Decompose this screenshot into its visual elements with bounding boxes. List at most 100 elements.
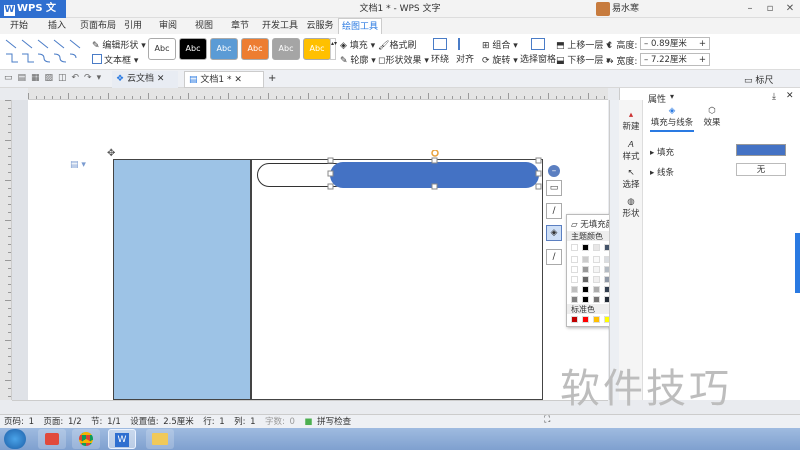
tab-effect[interactable]: ⬡ 效果 [700,106,724,128]
theme-color-swatch[interactable] [582,286,589,293]
fit-screen-icon[interactable]: ⛶ [544,415,550,425]
shape-effect-button[interactable]: ◻形状效果 ▾ [378,53,429,66]
tab-developer[interactable]: 开发工具 [260,18,300,34]
pen-icon[interactable]: ∕ [546,203,562,219]
horizontal-ruler[interactable] [28,88,608,100]
tab-document1[interactable]: ▤ 文档1 * ✕ [184,71,264,88]
line-section-toggle[interactable]: ▸ 线条 [650,166,674,178]
theme-color-swatch[interactable] [571,266,578,273]
side-dock-handle[interactable] [795,233,800,293]
align-button[interactable]: 对齐 [456,38,474,65]
theme-color-swatch[interactable] [593,244,600,251]
side-style[interactable]: 𝘈 样式 [619,140,643,162]
quick-access-icons[interactable]: ▭▤▦▨◫↶↷▾ [4,73,106,83]
side-new[interactable]: ▴ 新建 [619,110,643,132]
width-spinbox[interactable]: – 7.22厘米 + [640,53,710,66]
theme-color-swatch[interactable] [593,276,600,283]
close-tab-icon[interactable]: ✕ [234,75,242,85]
standard-color-swatch[interactable] [571,316,578,323]
vertical-ruler[interactable] [0,100,12,400]
tab-page-layout[interactable]: 页面布局 [78,18,118,34]
style-gallery-more-icon[interactable]: ▴▾ [330,38,337,60]
taskbar-app-1[interactable] [38,429,66,449]
shape-style-orange[interactable]: Abc [241,38,269,60]
left-column-shape[interactable] [113,159,251,400]
theme-color-swatch[interactable] [571,286,578,293]
panel-pin-icon[interactable]: ⤓ [772,92,776,102]
tab-insert[interactable]: 插入 [42,18,72,34]
ruler-toggle[interactable]: ▭ 标尺 [744,73,773,86]
theme-color-swatch[interactable] [593,296,600,303]
format-painter-button[interactable]: 🖌格式刷 [378,38,416,51]
minimize-icon[interactable]: – [740,0,760,18]
theme-color-swatch[interactable] [582,256,589,263]
theme-color-swatch[interactable] [582,266,589,273]
wrap-button[interactable]: 环绕 [431,38,449,65]
shape-style-blue[interactable]: Abc [210,38,238,60]
theme-color-swatch[interactable] [582,244,589,251]
maximize-icon[interactable]: ▫ [760,0,780,18]
tab-drawing-tools[interactable]: 绘图工具 [338,18,382,34]
taskbar-explorer[interactable] [146,429,174,449]
shape-style-gray[interactable]: Abc [272,38,300,60]
selection-handles[interactable] [325,150,545,194]
theme-color-swatch[interactable] [571,256,578,263]
line-shapes-gallery[interactable] [4,36,86,66]
send-backward-button[interactable]: ⬓ 下移一层 ▾ [556,53,611,66]
fill-bucket-icon[interactable]: ◈ [546,225,562,241]
theme-color-swatch[interactable] [571,296,578,303]
tab-chapter[interactable]: 章节 [227,18,253,34]
rotate-button[interactable]: ⟳ 旋转 ▾ [482,53,518,66]
tab-cloud[interactable]: 云服务 [302,18,338,34]
panel-dropdown-icon[interactable]: ▾ [670,92,674,101]
outline-button[interactable]: ✎ 轮廓 ▾ [340,53,376,66]
shape-style-white[interactable]: Abc [148,38,176,60]
shape-style-gold[interactable]: Abc [303,38,331,60]
horizontal-scrollbar[interactable] [12,400,608,414]
edit-shape-button[interactable]: ✎ 编辑形状 ▾ [92,38,146,51]
close-icon[interactable]: ✕ [780,0,800,18]
fill-section-toggle[interactable]: ▸ 填充 [650,146,674,158]
group-button[interactable]: ⊞ 组合 ▾ [482,38,518,51]
tab-cloud-doc[interactable]: ❖ 云文档 ✕ [112,71,178,88]
height-spinbox[interactable]: – 0.89厘米 + [640,37,710,50]
shape-style-black[interactable]: Abc [179,38,207,60]
outline-pen-icon[interactable]: ∕ [546,249,562,265]
panel-close-icon[interactable]: ✕ [786,91,794,101]
right-column-shape[interactable] [251,159,543,400]
tab-fill-and-line[interactable]: ◈ 填充与线条 [650,106,694,128]
tab-references[interactable]: 引用 [120,18,146,34]
layout-icon[interactable]: ▭ [546,180,562,196]
theme-color-swatch[interactable] [582,276,589,283]
vertical-scrollbar[interactable] [609,100,619,400]
spell-check-button[interactable]: ■ 拼写检查 [304,417,351,427]
theme-color-swatch[interactable] [582,296,589,303]
new-tab-icon[interactable]: + [268,73,276,84]
fill-button[interactable]: ◈ 填充 ▾ [340,38,375,51]
select-pane-button[interactable]: 选择窗格 [520,38,556,65]
move-handle-icon[interactable]: ✥ [107,148,115,159]
layout-options-icon[interactable]: ▤ ▾ [70,160,86,170]
textbox-button[interactable]: 文本框 ▾ [92,53,138,66]
taskbar-chrome[interactable] [72,429,100,449]
theme-color-swatch[interactable] [593,266,600,273]
standard-color-swatch[interactable] [582,316,589,323]
start-button[interactable] [4,429,26,449]
bring-forward-button[interactable]: ⬒ 上移一层 ▾ [556,38,611,51]
theme-color-swatch[interactable] [593,256,600,263]
theme-color-swatch[interactable] [571,244,578,251]
app-menu-button[interactable]: WWPS 文字 ▾ [0,0,66,32]
theme-color-swatch[interactable] [571,276,578,283]
side-shape[interactable]: ◍ 形状 [619,197,643,219]
close-tab-icon[interactable]: ✕ [157,74,165,84]
standard-color-swatch[interactable] [593,316,600,323]
user-name[interactable]: 易水寒 [612,0,639,18]
fill-color-swatch[interactable] [736,144,786,156]
tab-review[interactable]: 审阅 [155,18,181,34]
side-select[interactable]: ↖ 选择 [619,168,643,190]
taskbar-wps[interactable]: W [108,429,136,449]
tab-home[interactable]: 开始 [4,18,34,34]
avatar[interactable] [596,2,610,16]
line-value-box[interactable]: 无 [736,163,786,176]
theme-color-swatch[interactable] [593,286,600,293]
